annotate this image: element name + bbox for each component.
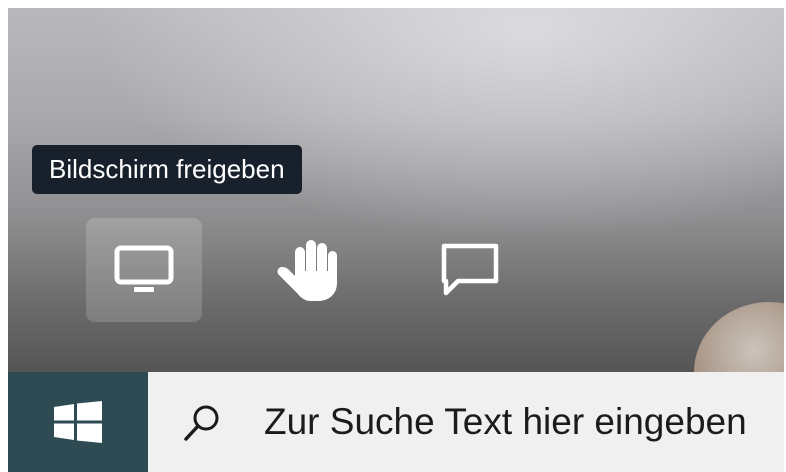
- taskbar-search-box[interactable]: Zur Suche Text hier eingeben: [148, 372, 784, 472]
- windows-logo-icon: [54, 401, 102, 443]
- video-background-object: [694, 302, 784, 372]
- search-icon: [184, 405, 219, 441]
- raise-hand-icon: [277, 240, 337, 301]
- search-placeholder: Zur Suche Text hier eingeben: [264, 401, 747, 442]
- share-screen-button[interactable]: [86, 218, 202, 322]
- share-screen-tooltip: Bildschirm freigeben: [32, 145, 302, 194]
- monitor-icon: [114, 245, 174, 292]
- taskbar: Zur Suche Text hier eingeben: [8, 372, 784, 472]
- start-button[interactable]: [8, 372, 148, 472]
- chat-button[interactable]: [412, 218, 528, 322]
- raise-hand-button[interactable]: [250, 218, 366, 322]
- chat-bubble-icon: [441, 243, 499, 296]
- screen: Bildschirm freigeben Zur Suche Text hier…: [0, 0, 786, 472]
- meeting-video-area: Bildschirm freigeben: [8, 8, 784, 372]
